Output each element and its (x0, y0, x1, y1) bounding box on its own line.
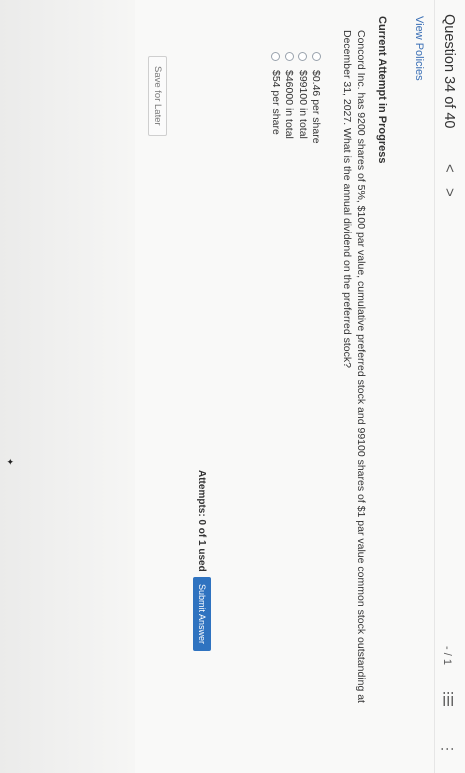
header-divider (434, 0, 435, 773)
screen-shade (0, 0, 135, 773)
view-policies-link[interactable]: View Policies (413, 16, 425, 81)
answer-option[interactable]: $46000 in total (283, 52, 297, 144)
answer-option-label: $0.46 per share (310, 70, 323, 144)
list-icon[interactable] (443, 692, 454, 706)
radio-button[interactable] (311, 52, 321, 61)
attempt-heading: Current Attempt in Progress (376, 16, 388, 164)
question-score: - / 1 (441, 646, 453, 665)
mouse-cursor-icon: ✦ (5, 458, 15, 466)
answer-options: $0.46 per share $99100 in total $46000 i… (269, 52, 323, 144)
radio-button[interactable] (284, 52, 294, 61)
answer-option[interactable]: $99100 in total (296, 52, 310, 144)
answer-option[interactable]: $54 per share (269, 52, 283, 144)
next-question-icon[interactable]: > (441, 188, 458, 197)
question-text: Concord Inc. has 9200 shares of 5%, $100… (341, 30, 367, 703)
radio-button[interactable] (298, 52, 308, 61)
submit-answer-button[interactable]: Submit Answer (193, 577, 211, 652)
answer-option-label: $54 per share (269, 70, 282, 135)
answer-option-label: $46000 in total (283, 70, 296, 139)
more-options-icon[interactable]: ⋮ (439, 742, 456, 755)
quiz-screen: Question 34 of 40 < > - / 1 ⋮ View Polic… (0, 0, 465, 773)
previous-question-icon[interactable]: < (441, 164, 458, 173)
answer-option-label: $99100 in total (296, 70, 309, 139)
answer-option[interactable]: $0.46 per share (310, 52, 324, 144)
radio-button[interactable] (271, 52, 281, 61)
attempts-count: Attempts: 0 of 1 used (196, 470, 207, 572)
question-counter: Question 34 of 40 (441, 14, 457, 129)
save-for-later-button[interactable]: Save for Later (148, 56, 167, 136)
